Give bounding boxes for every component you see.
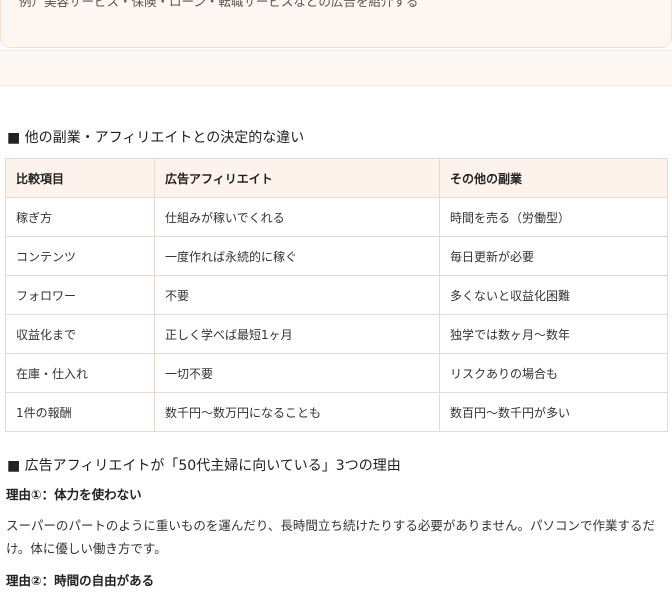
reason-1-body: スーパーのパートのように重いものを運んだり、長時間立ち続けたりする必要がありませ… <box>6 518 656 556</box>
table-cell: 1件の報酬 <box>5 392 155 432</box>
table-row: 在庫・仕入れ 一切不要 リスクありの場合も <box>5 353 668 393</box>
table-cell: 稼ぎ方 <box>5 197 155 237</box>
table-cell: 独学では数ヶ月〜数年 <box>439 314 668 354</box>
section-heading-reasons: ■ 広告アフィリエイトが「50代主婦に向いている」3つの理由 <box>7 458 401 474</box>
table-cell: コンテンツ <box>5 236 155 276</box>
table-cell: 正しく学べば最短1ヶ月 <box>154 314 440 354</box>
table-cell: 一度作れば永続的に稼ぐ <box>154 236 440 276</box>
table-row: 1件の報酬 数千円〜数万円になることも 数百円〜数千円が多い <box>5 392 668 432</box>
table-row: 収益化まで 正しく学べば最短1ヶ月 独学では数ヶ月〜数年 <box>5 314 668 354</box>
table-cell: 数百円〜数千円が多い <box>439 392 668 432</box>
section-heading-differences: ■ 他の副業・アフィリエイトとの決定的な違い <box>7 130 305 146</box>
table-header-cell: 比較項目 <box>5 158 155 198</box>
table-row: 稼ぎ方 仕組みが稼いでくれる 時間を売る（労働型） <box>5 197 668 237</box>
table-cell: 毎日更新が必要 <box>439 236 668 276</box>
table-cell: リスクありの場合も <box>439 353 668 393</box>
table-row: フォロワー 不要 多くないと収益化困難 <box>5 275 668 315</box>
comparison-table: 比較項目 広告アフィリエイト その他の副業 稼ぎ方 仕組みが稼いでくれる 時間を… <box>5 158 668 432</box>
top-card: 例）美容サービス・保険・ローン・転職サービスなどの広告を紹介する <box>0 0 672 48</box>
reason-2-title: 理由②：時間の自由がある <box>6 573 155 588</box>
table-cell: 仕組みが稼いでくれる <box>154 197 440 237</box>
table-cell: 不要 <box>154 275 440 315</box>
card-example-text: 例）美容サービス・保険・ローン・転職サービスなどの広告を紹介する <box>19 0 419 9</box>
divider-band <box>0 50 672 86</box>
table-header-cell: その他の副業 <box>439 158 668 198</box>
table-cell: 数千円〜数万円になることも <box>154 392 440 432</box>
table-cell: 時間を売る（労働型） <box>439 197 668 237</box>
table-row: コンテンツ 一度作れば永続的に稼ぐ 毎日更新が必要 <box>5 236 668 276</box>
table-cell: フォロワー <box>5 275 155 315</box>
table-header-row: 比較項目 広告アフィリエイト その他の副業 <box>5 158 668 198</box>
reason-1-title: 理由①：体力を使わない <box>6 487 142 502</box>
table-cell: 一切不要 <box>154 353 440 393</box>
table-header-cell: 広告アフィリエイト <box>154 158 440 198</box>
table-cell: 多くないと収益化困難 <box>439 275 668 315</box>
table-cell: 収益化まで <box>5 314 155 354</box>
table-cell: 在庫・仕入れ <box>5 353 155 393</box>
